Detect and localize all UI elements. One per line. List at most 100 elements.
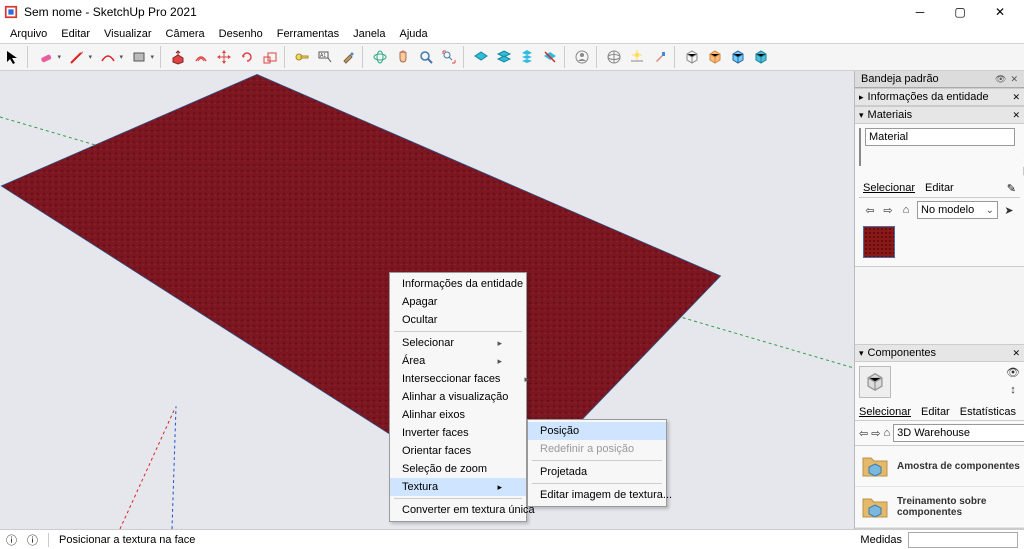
window-title: Sem nome - SketchUp Pro 2021 [24, 5, 900, 19]
move-tool[interactable] [213, 46, 235, 68]
tape-tool[interactable] [291, 46, 313, 68]
ctx-texture[interactable]: Textura [390, 478, 526, 496]
eraser-tool[interactable] [34, 46, 64, 68]
rotate-tool[interactable] [236, 46, 258, 68]
component-preview [859, 366, 891, 398]
panel-entity-close-icon[interactable]: ✕ [1012, 92, 1020, 103]
pushpull-tool[interactable] [167, 46, 189, 68]
tab-comp-stats[interactable]: Estatísticas [960, 406, 1016, 418]
comp-fwd-icon[interactable]: ⇨ [871, 426, 880, 440]
tray-pin-icon[interactable]: 👁 [995, 74, 1006, 85]
zoom-extents-tool[interactable] [438, 46, 460, 68]
menu-ferramentas[interactable]: Ferramentas [271, 27, 345, 41]
tab-comp-select[interactable]: Selecionar [859, 406, 911, 418]
layer-2-icon[interactable] [493, 46, 515, 68]
ctx-erase[interactable]: Apagar [390, 293, 526, 311]
comp-swap-icon[interactable]: ↕ [1006, 384, 1020, 398]
home-icon[interactable]: ⌂ [899, 203, 913, 217]
warehouse-search-input[interactable] [893, 424, 1024, 442]
tip-icon[interactable]: ⓘ [27, 532, 38, 548]
panel-components-close-icon[interactable]: ✕ [1012, 348, 1020, 359]
ctx-tex-edit-image[interactable]: Editar imagem de textura... [528, 486, 666, 504]
zoom-tool[interactable] [415, 46, 437, 68]
pan-tool[interactable] [392, 46, 414, 68]
pencil-icon[interactable]: ✎ [1007, 182, 1016, 195]
tray-title-bar[interactable]: Bandeja padrão 👁✕ [855, 71, 1024, 88]
ctx-hide[interactable]: Ocultar [390, 311, 526, 329]
paint-tool[interactable] [337, 46, 359, 68]
offset-tool[interactable] [190, 46, 212, 68]
ctx-tex-reset[interactable]: Redefinir a posição [528, 440, 666, 458]
cube-view-2-icon[interactable] [704, 46, 726, 68]
maximize-button[interactable]: ▢ [940, 1, 980, 23]
tab-edit[interactable]: Editar [925, 182, 954, 195]
select-tool[interactable] [2, 46, 24, 68]
ctx-align-view[interactable]: Alinhar a visualização [390, 388, 526, 406]
menu-camera[interactable]: Câmera [160, 27, 211, 41]
tray-panel: Bandeja padrão 👁✕ ▸ Informações da entid… [854, 71, 1024, 529]
triangle-down-icon: ▾ [859, 110, 864, 121]
person-icon[interactable] [571, 46, 593, 68]
measurements-input[interactable] [908, 532, 1018, 548]
material-name-input[interactable] [865, 128, 1015, 146]
ctx-make-unique[interactable]: Converter em textura única [390, 501, 526, 519]
ctx-area[interactable]: Área [390, 352, 526, 370]
scale-tool[interactable] [259, 46, 281, 68]
material-library-combo[interactable]: No modelo [917, 201, 998, 219]
tray-close-icon[interactable]: ✕ [1010, 74, 1018, 85]
layer-1-icon[interactable] [470, 46, 492, 68]
comp-home-icon[interactable]: ⌂ [883, 426, 890, 440]
ctx-tex-position[interactable]: Posição [528, 422, 666, 440]
panel-components-header[interactable]: ▾ Componentes ✕ [855, 344, 1024, 362]
panel-materials-header[interactable]: ▾ Materiais ✕ [855, 106, 1024, 124]
panel-materials-close-icon[interactable]: ✕ [1012, 110, 1020, 121]
material-thumbnail[interactable] [863, 226, 895, 258]
nav-fwd-icon[interactable]: ⇨ [881, 203, 895, 217]
tab-select[interactable]: Selecionar [863, 182, 915, 195]
menu-bar: Arquivo Editar Visualizar Câmera Desenho… [0, 24, 1024, 43]
component-item-label: Amostra de componentes [897, 461, 1020, 472]
window-controls: ─ ▢ ✕ [900, 1, 1020, 23]
globe-icon[interactable] [603, 46, 625, 68]
ctx-tex-projected[interactable]: Projetada [528, 463, 666, 481]
panel-entity-header[interactable]: ▸ Informações da entidade ✕ [855, 88, 1024, 106]
ctx-reverse-faces[interactable]: Inverter faces [390, 424, 526, 442]
nav-back-icon[interactable]: ⇦ [863, 203, 877, 217]
layer-3-icon[interactable] [516, 46, 538, 68]
close-button[interactable]: ✕ [980, 1, 1020, 23]
orbit-tool[interactable] [369, 46, 391, 68]
details-icon[interactable]: ➤ [1002, 203, 1016, 217]
ctx-orient-faces[interactable]: Orientar faces [390, 442, 526, 460]
minimize-button[interactable]: ─ [900, 1, 940, 23]
ctx-select[interactable]: Selecionar [390, 334, 526, 352]
cube-view-4-icon[interactable] [750, 46, 772, 68]
ctx-entity-info[interactable]: Informações da entidade [390, 275, 526, 293]
sun-icon[interactable] [626, 46, 648, 68]
menu-visualizar[interactable]: Visualizar [98, 27, 158, 41]
cube-view-1-icon[interactable] [681, 46, 703, 68]
menu-editar[interactable]: Editar [55, 27, 96, 41]
ctx-zoom-sel[interactable]: Seleção de zoom [390, 460, 526, 478]
brush-small-icon[interactable] [649, 46, 671, 68]
model-viewport[interactable]: Informações da entidade Apagar Ocultar S… [0, 71, 854, 529]
comp-pin-icon[interactable]: 👁 [1006, 366, 1020, 380]
help-icon[interactable]: ⓘ [6, 532, 17, 548]
ctx-align-axes[interactable]: Alinhar eixos [390, 406, 526, 424]
line-tool[interactable] [65, 46, 95, 68]
menu-desenho[interactable]: Desenho [213, 27, 269, 41]
menu-arquivo[interactable]: Arquivo [4, 27, 53, 41]
cube-view-3-icon[interactable] [727, 46, 749, 68]
text-tool[interactable]: A1 [314, 46, 336, 68]
menu-ajuda[interactable]: Ajuda [394, 27, 434, 41]
status-hint: Posicionar a textura na face [59, 534, 195, 546]
comp-back-icon[interactable]: ⇦ [859, 426, 868, 440]
tab-comp-edit[interactable]: Editar [921, 406, 950, 418]
shape-tool[interactable] [127, 46, 157, 68]
layer-off-icon[interactable] [539, 46, 561, 68]
arc-tool[interactable] [96, 46, 126, 68]
component-list-item[interactable]: Treinamento sobre componentes [855, 487, 1024, 528]
component-list-item[interactable]: Amostra de componentes [855, 446, 1024, 487]
menu-janela[interactable]: Janela [347, 27, 391, 41]
current-material-swatch[interactable] [859, 128, 861, 166]
ctx-intersect[interactable]: Interseccionar faces [390, 370, 526, 388]
